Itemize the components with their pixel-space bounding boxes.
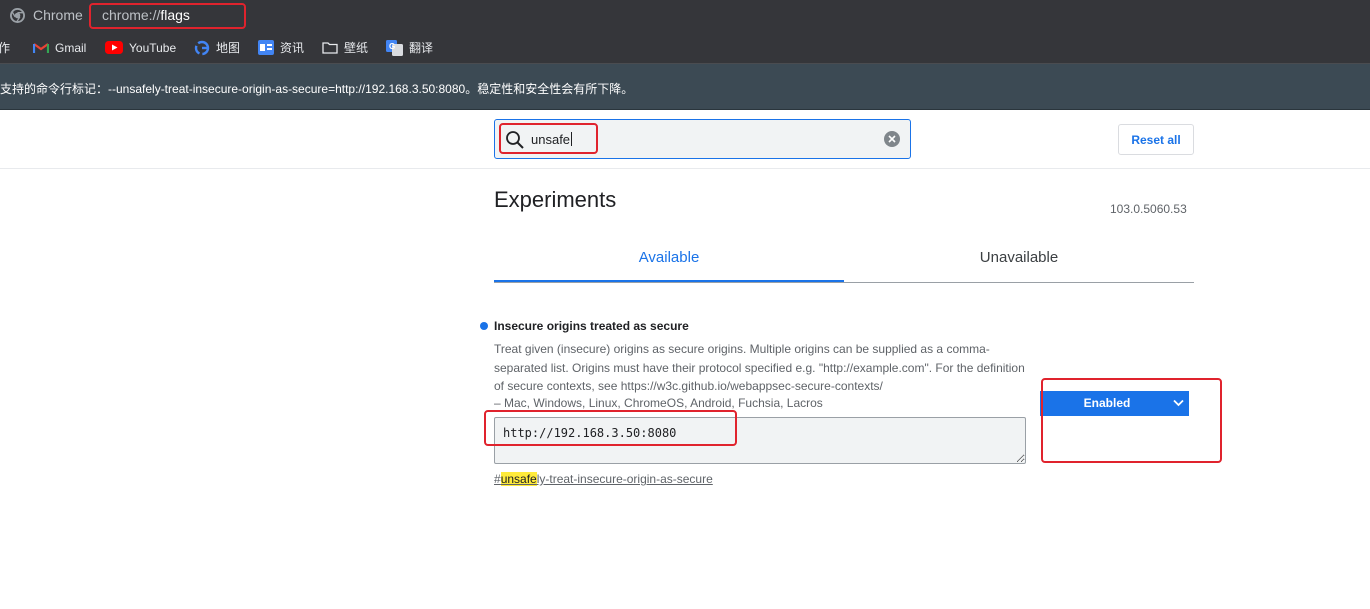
bookmark-news[interactable]: 资讯	[258, 31, 304, 64]
tab-available[interactable]: Available	[494, 238, 844, 282]
experiment-platforms: – Mac, Windows, Linux, ChromeOS, Android…	[494, 396, 823, 410]
app-name: Chrome	[33, 7, 83, 23]
chrome-logo-icon	[10, 8, 25, 23]
bookmark-maps[interactable]: 地图	[194, 31, 240, 64]
bookmark-label: 地图	[216, 41, 241, 55]
bookmark-label: Gmail	[55, 40, 87, 55]
bookmark-youtube[interactable]: YouTube	[105, 31, 176, 64]
google-news-icon	[258, 40, 274, 55]
bookmark-wallpaper-folder[interactable]: 壁纸	[322, 31, 368, 64]
bookmark-label: 资讯	[280, 41, 305, 55]
annotation-box-origin	[484, 410, 737, 446]
bookmark-label: YouTube	[129, 40, 177, 55]
gmail-icon	[33, 42, 49, 53]
chrome-version: 103.0.5060.53	[1110, 202, 1187, 216]
reset-all-button[interactable]: Reset all	[1118, 124, 1194, 155]
svg-text:G: G	[389, 42, 395, 51]
flags-header: unsafe Reset all	[0, 110, 1370, 169]
clear-search-icon[interactable]	[884, 131, 900, 147]
translate-icon: G	[386, 39, 403, 56]
youtube-icon	[105, 41, 123, 54]
tab-unavailable[interactable]: Unavailable	[844, 238, 1194, 282]
experiment-permalink[interactable]: #unsafely-treat-insecure-origin-as-secur…	[494, 472, 713, 486]
page-title: Experiments	[494, 187, 617, 212]
bookmark-translate[interactable]: G 翻译	[386, 31, 433, 64]
google-g-icon	[194, 40, 210, 55]
bookmark-work[interactable]: 工作	[0, 31, 10, 64]
annotation-box-address	[89, 3, 246, 29]
experiment-description: Treat given (insecure) origins as secure…	[494, 342, 1025, 393]
infobar-message: 支持的命令行标记：--unsafely-treat-insecure-origi…	[0, 82, 634, 96]
modified-indicator-dot	[480, 322, 488, 330]
bookmark-label: 工作	[0, 41, 11, 55]
search-match-highlight: unsafe	[500, 472, 537, 486]
bookmark-gmail[interactable]: Gmail	[33, 31, 86, 64]
bookmark-label: 壁纸	[344, 41, 369, 55]
folder-icon	[322, 42, 338, 54]
experiment-name: Insecure origins treated as secure	[494, 319, 689, 333]
bookmarks-bar: 工作 Gmail YouTube 地图 资讯	[0, 31, 1370, 64]
experiments-tabs: Available Unavailable	[494, 238, 1194, 283]
command-line-flags-infobar: 支持的命令行标记：--unsafely-treat-insecure-origi…	[0, 64, 1370, 110]
bookmark-label: 翻译	[409, 41, 434, 55]
annotation-box-state	[1041, 378, 1222, 463]
annotation-box-search	[499, 123, 598, 154]
